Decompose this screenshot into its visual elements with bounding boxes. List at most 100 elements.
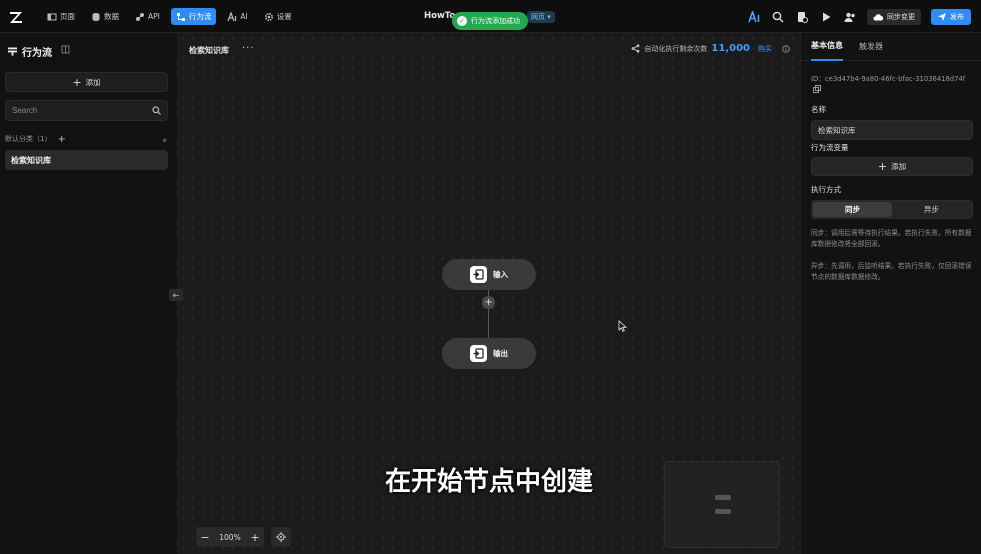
sidebar-title: 行为流 (8, 44, 52, 59)
sidebar-collapse-handle[interactable]: ⇤ (169, 289, 183, 301)
variables-label: 行为流变量 (811, 143, 849, 152)
page-icon (47, 13, 57, 20)
plus-icon: + (72, 75, 82, 89)
search-button[interactable] (771, 10, 785, 24)
publish-button[interactable]: 发布 (931, 9, 971, 25)
properties-panel: 基本信息 触发器 ID：ce3d47b4-9a80-46fc-bfac-3103… (800, 33, 981, 554)
workflow-list-icon (8, 47, 17, 56)
database-icon (92, 12, 100, 21)
nav-api[interactable]: API (130, 8, 165, 25)
zoom-control: − 100% + (196, 527, 264, 547)
plus-icon: + (877, 160, 888, 173)
add-category-icon[interactable]: + (57, 134, 65, 145)
cloud-icon (873, 14, 883, 21)
output-node[interactable]: 输出 (442, 338, 536, 369)
copy-icon[interactable] (813, 85, 821, 93)
nav-data[interactable]: 数据 (86, 8, 124, 25)
buy-link[interactable]: 购买 (758, 44, 772, 54)
locate-icon (276, 532, 286, 542)
share-icon (632, 44, 640, 53)
input-node[interactable]: 输入 (442, 259, 536, 290)
gear-icon (264, 12, 273, 21)
workflow-icon (176, 12, 185, 21)
category-label: 默认分类（1） (5, 135, 52, 143)
api-icon (136, 12, 144, 21)
nav-workflow[interactable]: 行为流 (170, 8, 217, 25)
add-variable-label: 添加 (891, 162, 907, 171)
play-icon (823, 12, 831, 22)
nav-ai[interactable]: AI (222, 8, 252, 25)
exec-quota-count: 11,000 (711, 43, 750, 54)
collaborators-button[interactable] (843, 10, 857, 24)
nav-data-label: 数据 (104, 12, 119, 21)
minimap-node (715, 509, 731, 514)
connector-line (488, 309, 489, 339)
mode-async[interactable]: 异步 (892, 202, 971, 217)
output-node-label: 输出 (493, 349, 508, 358)
add-variable-button[interactable]: + 添加 (811, 157, 973, 176)
search-icon (772, 11, 784, 23)
exec-mode-label: 执行方式 (811, 185, 841, 194)
input-node-label: 输入 (493, 270, 508, 279)
panel-tabs: 基本信息 触发器 (801, 33, 981, 61)
main-nav: 页面 数据 API 行为流 AI 设置 (42, 8, 297, 25)
toast-message: 行为流添加成功 (471, 17, 520, 25)
ai-logo-icon (748, 11, 760, 23)
flow-title: 检索知识库 (189, 46, 229, 55)
nav-page-label: 页面 (60, 12, 75, 21)
top-actions: 同步变更 发布 (747, 8, 971, 26)
zoom-level: 100% (219, 532, 241, 542)
history-button[interactable] (795, 10, 809, 24)
input-node-icon (470, 266, 487, 283)
preview-button[interactable] (819, 10, 833, 24)
search-icon (152, 106, 161, 115)
top-bar: 页面 数据 API 行为流 AI 设置 HowTo 网页 ▾ ✓ 行为流添加成功 (0, 0, 981, 33)
add-node-button[interactable]: + (482, 296, 495, 309)
add-workflow-label: 添加 (85, 77, 101, 87)
more-options-icon[interactable]: ··· (242, 43, 255, 54)
execution-quota: 自动化执行剩余次数 11,000 购买 (631, 43, 790, 54)
document-icon (798, 12, 808, 23)
workflow-search (5, 100, 168, 121)
tab-basic-info[interactable]: 基本信息 (811, 33, 843, 61)
recenter-button[interactable] (271, 527, 291, 547)
nav-settings[interactable]: 设置 (259, 8, 297, 25)
ai-assistant-button[interactable] (747, 10, 761, 24)
workflow-sidebar: 行为流 + 添加 默认分类（1） + ⌅ 检索知识库 (0, 33, 178, 554)
sync-changes-label: 同步变更 (887, 13, 915, 21)
mouse-cursor-icon (618, 320, 628, 332)
sync-description: 同步：调用后需等待执行结果。若执行失败，所有数据库数据修改将全部回滚。 (811, 229, 972, 248)
mode-sync[interactable]: 同步 (813, 202, 892, 217)
search-input[interactable] (12, 106, 152, 115)
sync-changes-button[interactable]: 同步变更 (867, 9, 921, 25)
nav-api-label: API (148, 12, 160, 21)
category-header[interactable]: 默认分类（1） + ⌅ (5, 133, 168, 145)
async-description: 异步：先调用，后监听结果。若执行失败，仅回滚错误节点的数据库数据修改。 (811, 262, 972, 281)
zoom-in-button[interactable]: + (246, 527, 264, 547)
workflow-list-item[interactable]: 检索知识库 (5, 150, 168, 170)
video-subtitle: 在开始节点中创建 (384, 467, 593, 497)
exec-mode-toggle: 同步 异步 (811, 200, 973, 219)
exec-quota-label: 自动化执行剩余次数 (644, 44, 708, 53)
success-toast: ✓ 行为流添加成功 (452, 12, 528, 30)
tab-triggers[interactable]: 触发器 (859, 33, 883, 61)
name-label: 名称 (811, 105, 826, 114)
zoom-out-button[interactable]: − (196, 527, 214, 547)
book-icon[interactable] (61, 45, 70, 54)
flow-canvas[interactable]: 检索知识库 ··· 自动化执行剩余次数 11,000 购买 ⇤ 输入 + 输出 … (169, 33, 800, 554)
nav-workflow-label: 行为流 (188, 12, 212, 21)
nav-page[interactable]: 页面 (42, 8, 80, 25)
name-field[interactable]: 检索知识库 (811, 120, 973, 140)
publish-label: 发布 (950, 13, 964, 21)
workflow-item-label: 检索知识库 (11, 155, 51, 165)
nav-ai-label: AI (240, 12, 248, 21)
output-node-icon (470, 345, 487, 362)
page-type-dropdown[interactable]: 网页 ▾ (527, 11, 555, 23)
sidebar-title-text: 行为流 (22, 48, 52, 59)
users-icon (844, 12, 855, 22)
collapse-icon[interactable]: ⌅ (161, 135, 168, 144)
info-icon[interactable] (782, 44, 790, 53)
add-workflow-button[interactable]: + 添加 (5, 72, 168, 92)
send-icon (938, 13, 946, 21)
app-logo-icon[interactable] (8, 9, 24, 25)
